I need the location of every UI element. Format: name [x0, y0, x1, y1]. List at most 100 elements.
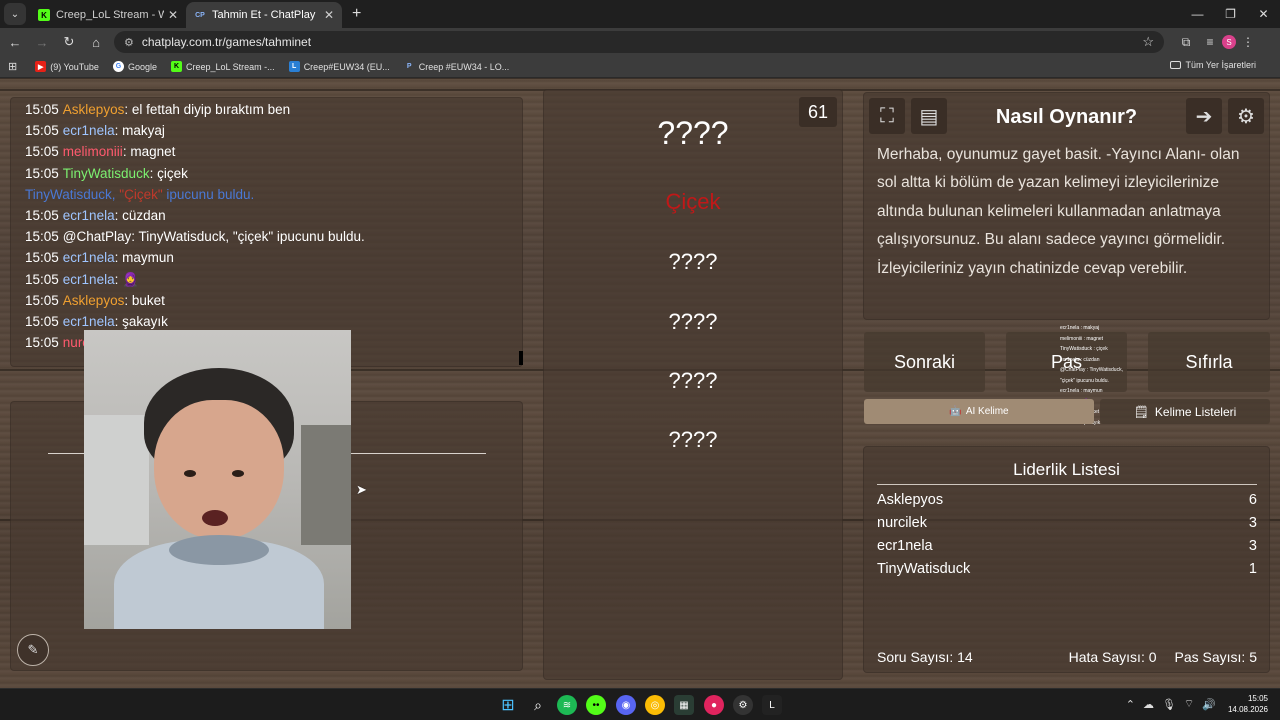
steam-icon[interactable]: ⚙	[733, 695, 753, 715]
tab-search-button[interactable]: ⌄	[4, 3, 26, 25]
restore-icon[interactable]: ❐	[1214, 0, 1247, 28]
search-icon[interactable]: ⌕	[528, 695, 548, 715]
chat-username[interactable]: TinyWatisduck	[63, 166, 150, 181]
chat-message: 15:05 Asklepyos: buket	[25, 292, 165, 308]
tab-creep-stream[interactable]: K Creep_LoL Stream - Watch Live ✕	[30, 2, 186, 28]
player-name: Asklepyos	[877, 492, 944, 508]
all-bookmarks-label: Tüm Yer İşaretleri	[1185, 60, 1256, 70]
game-stats: Soru Sayısı: 14 Hata Sayısı: 0 Pas Sayıs…	[877, 649, 1257, 665]
forbidden-word: ????	[668, 427, 718, 452]
bookmark-label: Creep #EUW34 - LO...	[418, 61, 510, 72]
taskbar-clock[interactable]: 15:05 14.08.2026	[1228, 693, 1268, 715]
chat-scrollbar[interactable]	[519, 351, 523, 365]
bookmark-youtube[interactable]: ▶ (9) YouTube	[35, 61, 99, 72]
chat-text: ipucunu buldu.	[166, 186, 255, 202]
chat-text: el fettah diyip bıraktım ben	[131, 102, 291, 117]
bookmark-kick[interactable]: K Creep_LoL Stream -...	[170, 61, 275, 72]
messenger-green-icon[interactable]: ••	[586, 695, 606, 715]
background-building	[301, 425, 351, 545]
how-to-play-panel: ⛶ ▤ Nasıl Oynanır? ➔ ⚙ Merhaba, oyunumuz…	[863, 92, 1270, 320]
chat-text: magnet	[130, 144, 176, 160]
close-tab-icon[interactable]: ✕	[168, 8, 178, 22]
chat-username[interactable]: Asklepyos	[63, 293, 125, 308]
leaderboard-row: TinyWatisduck 1	[877, 561, 1257, 577]
bookmark-porofessor[interactable]: P Creep #EUW34 - LO...	[404, 61, 510, 72]
all-bookmarks[interactable]: Tüm Yer İşaretleri	[1170, 60, 1256, 70]
chat-username[interactable]: @ChatPlay	[63, 229, 131, 244]
media-icon[interactable]: ≡	[1198, 30, 1222, 54]
bookmark-google[interactable]: G Google	[112, 61, 157, 72]
chat-username[interactable]: ecr1nela	[63, 272, 115, 287]
url-input[interactable]: ⚙ chatplay.com.tr/games/tahminet ☆	[114, 31, 1164, 53]
chat-text: maymun	[122, 250, 174, 266]
word-lists-button[interactable]: 🗒 Kelime Listeleri	[1100, 399, 1270, 424]
close-tab-icon[interactable]: ✕	[324, 8, 334, 22]
ai-word-button[interactable]: 🤖 AI Kelime	[864, 399, 1094, 424]
chat-text: makyaj	[122, 123, 165, 139]
logout-icon[interactable]: ➔	[1186, 98, 1222, 134]
reload-icon[interactable]: ↻	[57, 30, 81, 54]
bookmark-label: Google	[127, 61, 157, 72]
chat-message: 15:05 ecr1nela: 🧕	[25, 271, 139, 287]
chrome-icon[interactable]: ◎	[645, 695, 665, 715]
reset-button[interactable]: Sıfırla	[1148, 332, 1270, 392]
chat-username[interactable]: ecr1nela	[63, 208, 115, 223]
bookmark-label: (9) YouTube	[50, 61, 99, 72]
apps-grid-icon[interactable]: ⊞	[8, 60, 17, 73]
chat-username[interactable]: melimoniii	[63, 144, 123, 159]
window-controls: — ❐ ✕	[1181, 0, 1280, 28]
app-icon[interactable]: ▦	[674, 695, 694, 715]
forward-icon[interactable]: →	[30, 30, 54, 54]
microphone-icon[interactable]: 🎙	[1162, 698, 1176, 711]
child-collar	[169, 535, 269, 565]
chat-username[interactable]: Asklepyos	[63, 102, 125, 117]
forbidden-word-found: Çiçek	[665, 189, 721, 214]
close-window-icon[interactable]: ✕	[1247, 0, 1280, 28]
new-tab-button[interactable]: +	[352, 5, 361, 23]
site-info-icon[interactable]: ⚙	[124, 36, 134, 49]
bookmark-star-icon[interactable]: ☆	[1142, 34, 1154, 50]
home-icon[interactable]: ⌂	[84, 30, 108, 54]
settings-gear-icon[interactable]: ⚙	[1228, 98, 1264, 134]
chat-username[interactable]: ecr1nela	[63, 250, 115, 265]
chat-timestamp: 15:05	[25, 313, 59, 329]
word-lists-label: Kelime Listeleri	[1154, 404, 1237, 419]
found-word: "Çiçek"	[119, 186, 163, 202]
player-score: 3	[1248, 515, 1257, 531]
spotify-icon[interactable]: ≋	[557, 695, 577, 715]
record-app-icon[interactable]: ●	[704, 695, 724, 715]
tab-chatplay[interactable]: CP Tahmin Et - ChatPlay ✕	[186, 2, 342, 28]
folder-icon	[1170, 61, 1182, 69]
tab-title: Tahmin Et - ChatPlay	[212, 9, 316, 21]
chat-message: 15:05 @ChatPlay: TinyWatisduck, "çiçek" i…	[25, 229, 365, 245]
kick-favicon-icon: K	[38, 9, 50, 21]
word-list-panel: 61 ???? Çiçek ???? ???? ???? ????	[543, 89, 843, 680]
chat-username[interactable]: ecr1nela	[63, 314, 115, 329]
next-button[interactable]: Sonraki	[864, 332, 985, 392]
wifi-icon[interactable]: ⌔	[1184, 697, 1194, 711]
chat-timestamp: 15:05	[25, 292, 59, 308]
chat-message: 15:05 ecr1nela: makyaj	[25, 123, 165, 139]
volume-icon[interactable]: 🔊	[1202, 698, 1216, 711]
discord-icon[interactable]: ◉	[616, 695, 636, 715]
bookmark-label: Creep_LoL Stream -...	[185, 61, 275, 72]
chat-message: 15:05 melimoniii: magnet	[25, 144, 176, 160]
back-icon[interactable]: ←	[3, 30, 27, 54]
chat-username[interactable]: ecr1nela	[63, 123, 115, 138]
notepad-icon: 🗒	[1133, 404, 1149, 419]
porofessor-icon: P	[406, 63, 412, 70]
profile-avatar[interactable]: S	[1222, 35, 1236, 49]
menu-kebab-icon[interactable]: ⋮	[1236, 30, 1260, 54]
edit-pencil-button[interactable]: ✎	[17, 634, 49, 666]
league-client-icon[interactable]: L	[762, 695, 782, 715]
windows-taskbar: ⊞ ⌕ ≋ •• ◉ ◎ ▦ ● ⚙ L ⌃ ☁ 🎙 ⌔ 🔊 15:05 14.…	[0, 688, 1280, 720]
leaderboard-title: Liderlik Listesi	[1013, 460, 1120, 479]
extensions-icon[interactable]: ⧉	[1174, 30, 1198, 54]
address-bar-row: ← → ↻ ⌂ ⚙ chatplay.com.tr/games/tahminet…	[0, 28, 1280, 56]
overlay-chat-line: @ChatPlay : TinyWatisduck, "çiçek" ipucu…	[1060, 367, 1123, 384]
minimize-icon[interactable]: —	[1181, 0, 1214, 28]
bookmark-leagueofgraphs[interactable]: L Creep#EUW34 (EU...	[288, 61, 390, 72]
windows-start-icon[interactable]: ⊞	[498, 695, 518, 715]
onedrive-icon[interactable]: ☁	[1143, 698, 1154, 711]
tray-chevron-icon[interactable]: ⌃	[1126, 698, 1135, 711]
